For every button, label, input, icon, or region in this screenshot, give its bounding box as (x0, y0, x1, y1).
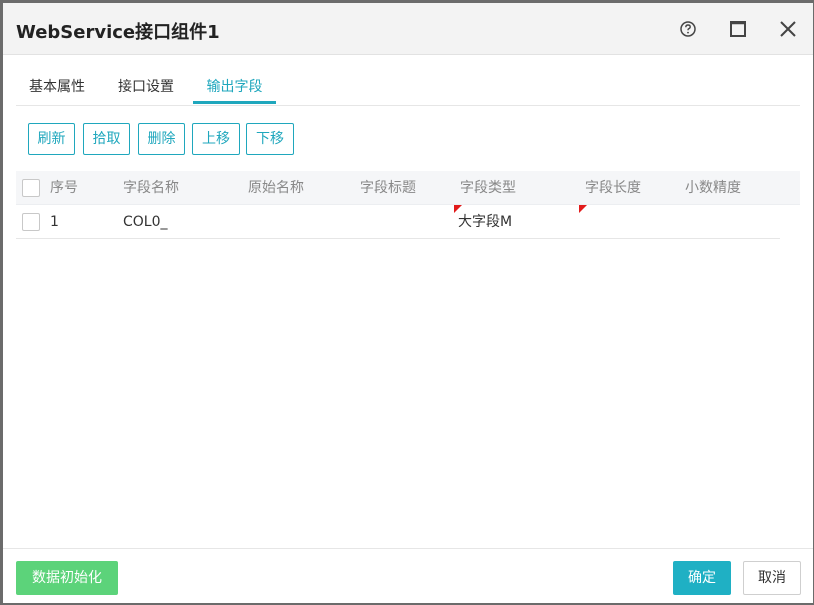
help-circle-icon[interactable] (676, 17, 700, 41)
confirm-button[interactable]: 确定 (673, 561, 731, 595)
tab-output-fields[interactable]: 输出字段 (193, 69, 276, 104)
dialog: WebService接口组件1 基本属性 接口设置 输出字段 刷新 拾取 删除 … (3, 3, 813, 603)
tab-bar: 基本属性 接口设置 输出字段 (16, 69, 800, 106)
edited-cell-marker (579, 205, 587, 213)
delete-button[interactable]: 删除 (138, 123, 185, 155)
move-down-button[interactable]: 下移 (246, 123, 294, 155)
tab-interface-settings[interactable]: 接口设置 (114, 69, 178, 105)
column-header-index: 序号 (50, 180, 78, 196)
table-row[interactable]: 1 COL0_ 大字段M (16, 205, 780, 239)
column-header-original-name: 原始名称 (248, 180, 304, 196)
pick-button[interactable]: 拾取 (83, 123, 130, 155)
move-up-button[interactable]: 上移 (192, 123, 240, 155)
dialog-footer: 数据初始化 确定 取消 (3, 548, 813, 603)
select-all-checkbox[interactable] (22, 179, 40, 197)
close-icon[interactable] (776, 17, 800, 41)
field-type-cell[interactable]: 大字段M (458, 205, 512, 239)
row-checkbox[interactable] (22, 213, 40, 231)
table-header: 序号 字段名称 原始名称 字段标题 字段类型 字段长度 小数精度 (16, 171, 800, 205)
dialog-title: WebService接口组件1 (16, 22, 220, 43)
init-data-button[interactable]: 数据初始化 (16, 561, 118, 595)
row-index: 1 (50, 214, 59, 230)
column-header-field-title: 字段标题 (360, 180, 416, 196)
cancel-button[interactable]: 取消 (743, 561, 801, 595)
column-header-field-length: 字段长度 (585, 180, 641, 196)
refresh-button[interactable]: 刷新 (28, 123, 75, 155)
maximize-icon[interactable] (726, 17, 750, 41)
column-header-decimal-precision: 小数精度 (685, 180, 741, 196)
field-name-cell[interactable]: COL0_ (123, 205, 168, 239)
column-header-field-name: 字段名称 (123, 180, 179, 196)
dialog-titlebar: WebService接口组件1 (3, 3, 813, 55)
column-header-field-type: 字段类型 (460, 180, 516, 196)
tab-basic-properties[interactable]: 基本属性 (26, 69, 88, 105)
